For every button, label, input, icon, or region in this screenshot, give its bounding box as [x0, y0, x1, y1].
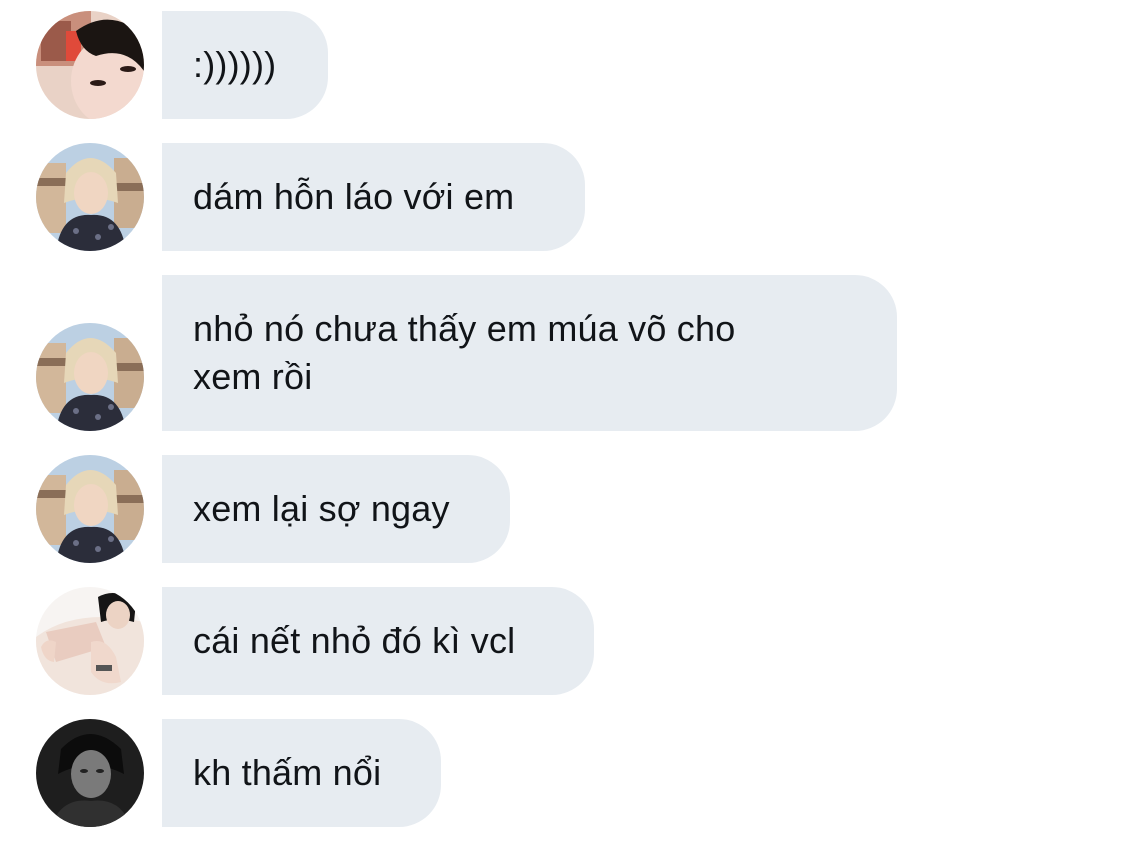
avatar-white-shirt-man-icon [36, 587, 144, 695]
avatar-dark-portrait-icon [36, 719, 144, 827]
message-bubble[interactable]: cái nết nhỏ đó kì vcl [162, 587, 594, 695]
avatar[interactable] [36, 455, 144, 563]
message-bubble[interactable]: :)))))) [162, 11, 328, 119]
avatar[interactable] [36, 719, 144, 827]
avatar-girl-selfie-icon [36, 11, 144, 119]
avatar[interactable] [36, 143, 144, 251]
avatar-blonde-man-icon [36, 323, 144, 431]
message-bubble[interactable]: xem lại sợ ngay [162, 455, 510, 563]
avatar[interactable] [36, 323, 144, 431]
avatar[interactable] [36, 11, 144, 119]
message-bubble[interactable]: dám hỗn láo với em [162, 143, 585, 251]
avatar-blonde-man-icon [36, 143, 144, 251]
message-bubble[interactable]: nhỏ nó chưa thấy em múa võ cho xem rồi [162, 275, 897, 431]
message-bubble[interactable]: kh thấm nổi [162, 719, 441, 827]
avatar[interactable] [36, 587, 144, 695]
avatar-blonde-man-icon [36, 455, 144, 563]
